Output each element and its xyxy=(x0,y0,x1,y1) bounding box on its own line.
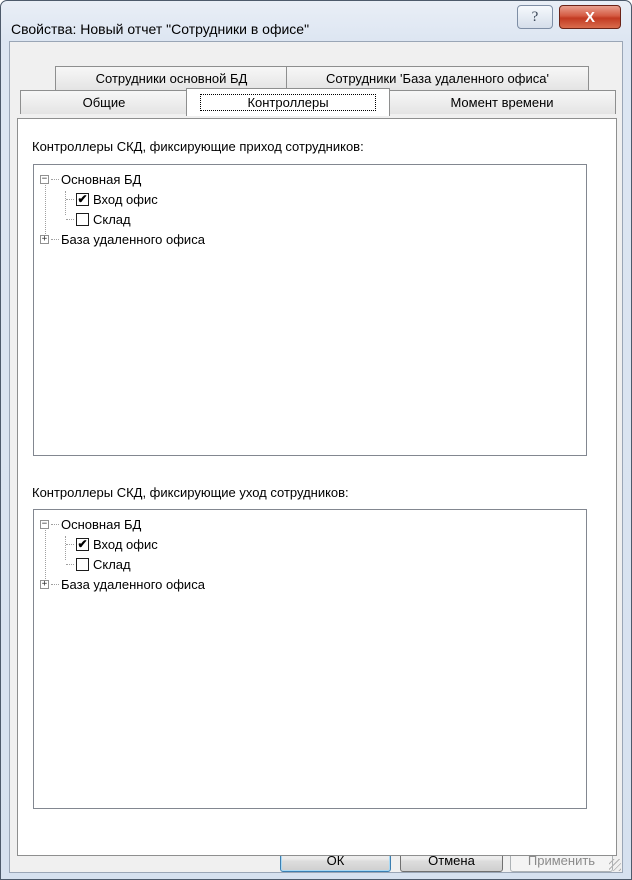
dialog-body: Сотрудники основной БД Сотрудники 'База … xyxy=(9,41,623,873)
collapse-icon[interactable]: − xyxy=(40,519,49,529)
entry-controllers-tree[interactable]: − Основная БД ✔ Вход офис Склад + База у… xyxy=(33,164,587,456)
tree-node-label: Основная БД xyxy=(61,516,142,532)
expand-icon[interactable]: + xyxy=(40,579,49,589)
tree-node-label: Вход офис xyxy=(93,536,158,552)
entry-controllers-label: Контроллеры СКД, фиксирующие приход сотр… xyxy=(32,139,364,154)
tab-label: Контроллеры xyxy=(200,94,376,111)
properties-dialog: Свойства: Новый отчет "Сотрудники в офис… xyxy=(0,0,632,880)
checkbox-office-entrance[interactable]: ✔ xyxy=(76,537,89,551)
tree-node-label: Вход офис xyxy=(93,191,158,207)
controllers-tab-panel: Контроллеры СКД, фиксирующие приход сотр… xyxy=(17,118,617,856)
tab-label: Общие xyxy=(82,95,126,110)
tree-node-warehouse[interactable]: Склад xyxy=(66,554,131,574)
exit-controllers-tree[interactable]: − Основная БД ✔ Вход офис Склад + База у… xyxy=(33,509,587,809)
tree-node-label: База удаленного офиса xyxy=(61,231,205,247)
tab-label: Сотрудники основной БД xyxy=(95,71,248,86)
tree-node-remote-office[interactable]: + База удаленного офиса xyxy=(40,229,205,249)
tab-point-in-time[interactable]: Момент времени xyxy=(388,90,616,114)
tree-node-label: Склад xyxy=(93,211,131,227)
help-button[interactable]: ? xyxy=(517,5,553,29)
tab-label: Сотрудники 'База удаленного офиса' xyxy=(326,71,549,86)
tree-node-office-entrance[interactable]: ✔ Вход офис xyxy=(66,189,158,209)
checkbox-warehouse[interactable] xyxy=(76,557,89,571)
expand-icon[interactable]: + xyxy=(40,234,49,244)
resize-grip-icon[interactable] xyxy=(609,859,621,871)
tree-node-main-db[interactable]: − Основная БД xyxy=(40,169,141,189)
tab-main-db-employees[interactable]: Сотрудники основной БД xyxy=(55,66,288,90)
tab-remote-office-employees[interactable]: Сотрудники 'База удаленного офиса' xyxy=(286,66,589,90)
tree-node-office-entrance[interactable]: ✔ Вход офис xyxy=(66,534,158,554)
help-icon: ? xyxy=(531,8,539,25)
tree-node-warehouse[interactable]: Склад xyxy=(66,209,131,229)
tree-node-label: База удаленного офиса xyxy=(61,576,205,592)
checkbox-office-entrance[interactable]: ✔ xyxy=(76,192,89,206)
checkbox-warehouse[interactable] xyxy=(76,212,89,226)
tree-node-remote-office[interactable]: + База удаленного офиса xyxy=(40,574,205,594)
tree-node-main-db[interactable]: − Основная БД xyxy=(40,514,141,534)
tree-node-label: Склад xyxy=(93,556,131,572)
close-button[interactable]: X xyxy=(559,5,621,29)
exit-controllers-label: Контроллеры СКД, фиксирующие уход сотруд… xyxy=(32,485,349,500)
tab-general[interactable]: Общие xyxy=(20,90,188,114)
collapse-icon[interactable]: − xyxy=(40,174,49,184)
tab-label: Момент времени xyxy=(450,95,554,110)
window-title: Свойства: Новый отчет "Сотрудники в офис… xyxy=(11,21,310,37)
tab-controllers[interactable]: Контроллеры xyxy=(186,88,390,116)
tree-node-label: Основная БД xyxy=(61,171,142,187)
close-icon: X xyxy=(584,8,595,26)
title-bar[interactable]: Свойства: Новый отчет "Сотрудники в офис… xyxy=(1,1,631,41)
